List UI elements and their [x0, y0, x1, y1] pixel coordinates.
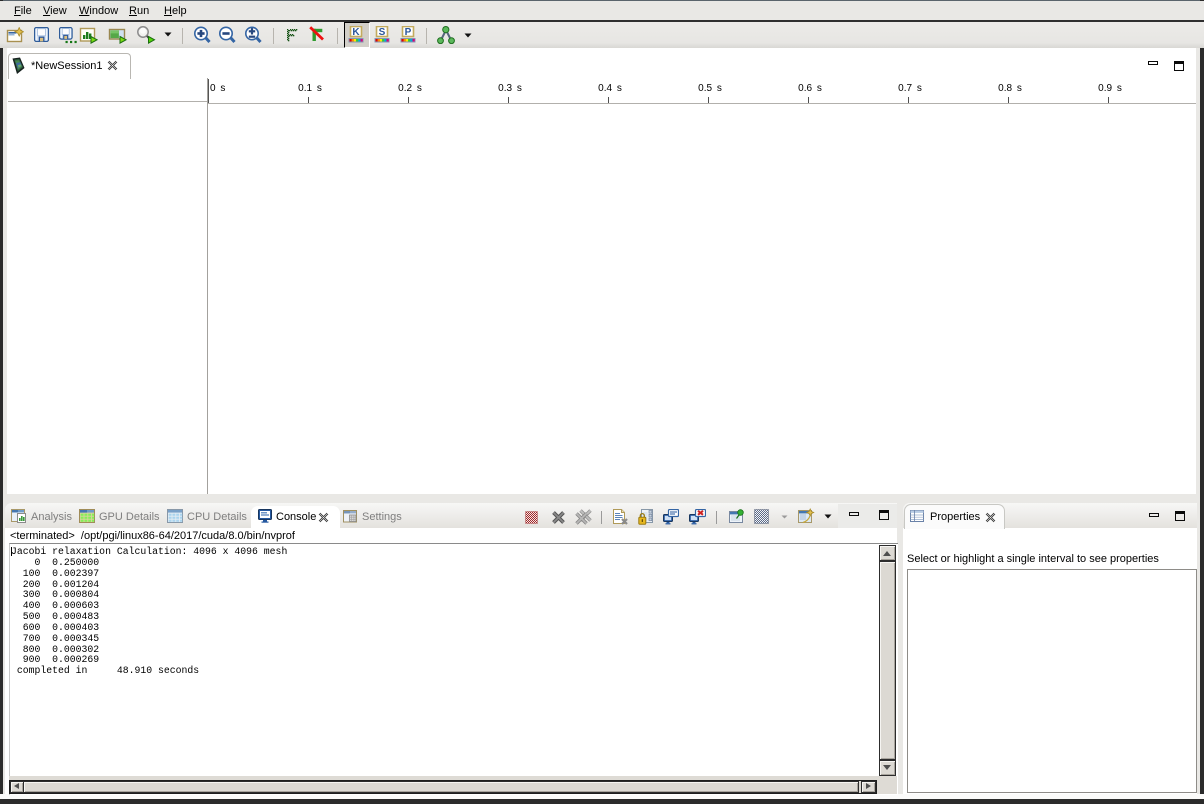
svg-text:K: K	[352, 27, 360, 38]
svg-text:P: P	[405, 27, 412, 38]
svg-text:S: S	[379, 27, 386, 38]
